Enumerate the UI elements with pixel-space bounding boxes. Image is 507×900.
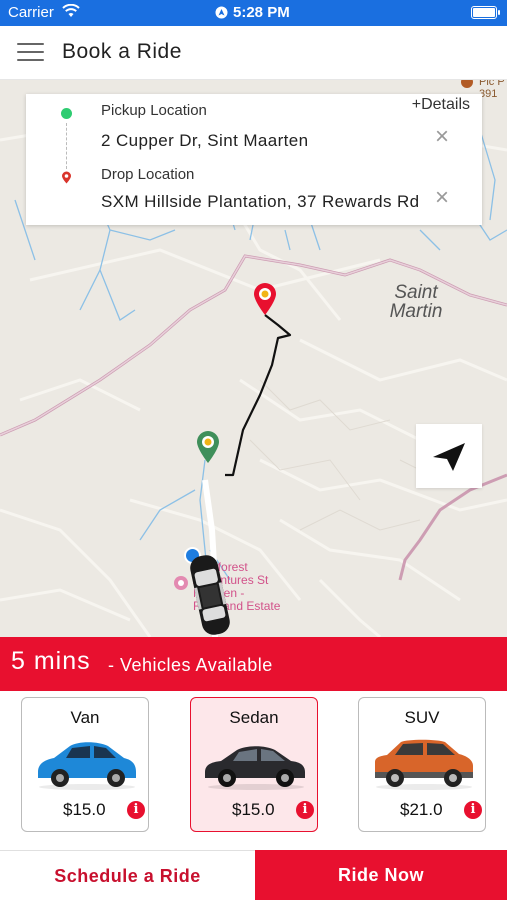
drop-pin-icon [62,171,71,184]
vehicle-card-suv[interactable]: SUV $21.0 i [358,697,486,832]
page-title: Book a Ride [62,40,182,63]
map-corner-label: Pic P 391 [479,80,505,100]
eta-bar: 5 mins - Vehicles Available [0,637,507,691]
vehicle-price: $15.0 [232,800,275,819]
battery-icon [471,6,500,19]
wifi-icon [62,4,80,17]
location-card: Pickup Location 2 Cupper Dr, Sint Maarte… [26,94,482,225]
clear-pickup-button[interactable]: × [432,125,452,149]
vehicle-name: SUV [404,708,440,727]
vehicle-price: $15.0 [63,800,106,819]
nav-bar: Book a Ride [0,26,507,80]
schedule-ride-button[interactable]: Schedule a Ride [0,850,255,900]
ride-now-button[interactable]: Ride Now [255,850,507,900]
vehicle-card-van[interactable]: Van $15.0 i [21,697,149,832]
vehicle-name: Van [70,708,100,727]
drop-label: Drop Location [101,166,195,183]
vehicle-price: $21.0 [400,800,443,819]
pickup-label: Pickup Location [101,102,207,119]
eta-text: - Vehicles Available [108,655,273,675]
location-services-icon [215,6,228,19]
hamburger-menu-icon[interactable] [17,43,44,63]
route-connector [66,123,67,169]
car-marker-icon [190,555,230,635]
info-icon[interactable]: i [464,801,482,819]
map-view[interactable]: Saint Martin Rainforest Adventures St Ma… [0,80,507,637]
locate-me-button[interactable] [416,424,482,488]
vehicle-selector: Van $15.0 i Sedan $15.0 i SUV $21.0 i [0,691,507,850]
vehicle-card-sedan[interactable]: Sedan $15.0 i [190,697,318,832]
navigation-arrow-icon [433,443,465,471]
sedan-car-image [205,746,305,790]
info-icon[interactable]: i [127,801,145,819]
status-bar: Carrier 5:28 PM [0,0,507,26]
clear-drop-button[interactable]: × [432,186,452,210]
map-drop-marker-icon [254,283,276,315]
info-icon[interactable]: i [296,801,314,819]
vehicle-name: Sedan [229,708,279,727]
carrier-label: Carrier [8,4,54,21]
map-pickup-marker-icon [197,431,219,463]
van-car-image [38,742,136,790]
drop-location-field[interactable]: SXM Hillside Plantation, 37 Rewards Rd [101,192,420,212]
status-time: 5:28 PM [233,4,290,21]
pickup-location-field[interactable]: 2 Cupper Dr, Sint Maarten [101,131,308,151]
details-link[interactable]: +Details [412,96,470,114]
eta-time: 5 mins [11,647,91,675]
suv-car-image [375,739,473,790]
pickup-dot-icon [61,108,72,119]
map-region-label: Saint Martin [389,282,443,322]
